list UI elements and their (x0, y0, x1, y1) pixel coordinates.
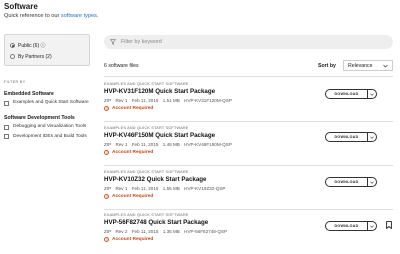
access-label: Account Required (112, 106, 154, 111)
radio-by-partners-button[interactable] (10, 54, 15, 59)
sidebar: Public (6) ⓘ By Partners (2) FILTER BY E… (4, 34, 90, 140)
chevron-down-icon (370, 225, 374, 228)
sort-value: Relevance (348, 62, 373, 69)
divider (104, 165, 393, 166)
chevron-down-icon (370, 136, 374, 139)
item-date: Feb 11, 2015 (131, 186, 159, 191)
item-access: Account Required (104, 237, 393, 242)
item-size: 1.35 MB (162, 229, 180, 234)
filter-by-label: FILTER BY (4, 80, 26, 84)
list-item: EXAMPLES AND QUICK START SOFTWARE HVP-56… (104, 213, 393, 249)
item-category: EXAMPLES AND QUICK START SOFTWARE (104, 170, 189, 174)
sort-select[interactable]: Relevance (343, 60, 393, 71)
chevron-down-icon (383, 64, 388, 67)
warning-icon (104, 106, 109, 111)
download-label: DOWNLOAD (334, 224, 359, 228)
results-count: 6 software files (104, 63, 139, 69)
item-size: 1.51 MB (162, 98, 180, 103)
checkbox[interactable] (4, 100, 9, 106)
radio-by-partners[interactable]: By Partners (2) (10, 51, 84, 62)
list-item: EXAMPLES AND QUICK START SOFTWARE HVP-KV… (104, 126, 393, 162)
software-types-link[interactable]: software types (61, 13, 97, 19)
list-item: EXAMPLES AND QUICK START SOFTWARE HVP-KV… (104, 82, 393, 118)
item-code: HVP-KV46F150M-QSP (184, 142, 232, 147)
download-label: DOWNLOAD (334, 135, 359, 139)
filter-option-examples[interactable]: Examples and Quick Start Software (4, 100, 90, 106)
item-category: EXAMPLES AND QUICK START SOFTWARE (104, 82, 189, 86)
checkbox[interactable] (4, 124, 9, 130)
subtitle-end: . (96, 13, 99, 19)
radio-public-label: Public (6) ⓘ (18, 43, 46, 49)
item-rev: Rev 1 (115, 98, 128, 103)
access-label: Account Required (112, 237, 154, 242)
download-button[interactable]: DOWNLOAD (325, 177, 377, 187)
warning-icon (104, 194, 109, 199)
filter-option-debugging[interactable]: Debugging and Visualization Tools (4, 124, 90, 130)
item-date: Feb 11, 2015 (131, 229, 159, 234)
download-dropdown[interactable] (367, 222, 376, 230)
divider (104, 209, 393, 210)
search-input[interactable]: Filter by keyword (104, 35, 393, 49)
item-code: HVP-KV31F120M-QSP (184, 98, 232, 103)
page-subtitle: Quick reference to our software types. (4, 13, 99, 19)
item-date: Feb 11, 2015 (131, 142, 159, 147)
page-title: Software (4, 2, 38, 11)
item-rev: Rev 1 (115, 142, 128, 147)
download-dropdown[interactable] (367, 90, 376, 98)
subtitle-text: Quick reference to our (4, 13, 61, 19)
warning-icon (104, 150, 109, 155)
access-label: Account Required (112, 150, 154, 155)
item-access: Account Required (104, 150, 393, 155)
filter-icon (110, 39, 116, 45)
radio-by-partners-label: By Partners (2) (18, 53, 52, 60)
item-type: ZIP (104, 229, 112, 234)
download-dropdown[interactable] (367, 133, 376, 141)
item-code: HVP-56F82748-QSP (184, 229, 228, 234)
divider (104, 76, 393, 77)
sort-label: Sort by (318, 63, 336, 69)
access-label: Account Required (112, 194, 154, 199)
download-label: DOWNLOAD (334, 92, 359, 96)
download-dropdown[interactable] (367, 178, 376, 186)
item-date: Feb 11, 2015 (131, 98, 159, 103)
item-size: 1.55 MB (162, 186, 180, 191)
divider (104, 121, 393, 122)
chevron-down-icon (370, 93, 374, 96)
item-rev: Rev 1 (115, 186, 128, 191)
item-meta: ZIP Rev 1 Feb 11, 2015 1.48 MB HVP-KV46F… (104, 142, 393, 147)
download-button[interactable]: DOWNLOAD (325, 221, 377, 231)
filter-group-heading: Software Development Tools (4, 115, 75, 122)
item-rev: Rev 2 (115, 229, 128, 234)
bookmark-icon[interactable] (386, 221, 392, 229)
filter-option-label: Development IDEs and Build Tools (13, 133, 87, 139)
item-category: EXAMPLES AND QUICK START SOFTWARE (104, 126, 189, 130)
item-access: Account Required (104, 106, 393, 111)
item-category: EXAMPLES AND QUICK START SOFTWARE (104, 213, 189, 217)
radio-public[interactable]: Public (6) ⓘ (10, 40, 84, 51)
filter-option-ides[interactable]: Development IDEs and Build Tools (4, 134, 90, 140)
checkbox[interactable] (4, 134, 9, 140)
filter-option-label: Examples and Quick Start Software (13, 100, 89, 105)
warning-icon (104, 237, 109, 242)
download-button[interactable]: DOWNLOAD (325, 89, 377, 99)
chevron-down-icon (370, 181, 374, 184)
item-type: ZIP (104, 186, 112, 191)
filter-group-heading: Embedded Software (4, 91, 54, 97)
search-placeholder: Filter by keyword (121, 39, 162, 45)
item-type: ZIP (104, 98, 112, 103)
download-label: DOWNLOAD (334, 180, 359, 184)
item-size: 1.48 MB (162, 142, 180, 147)
visibility-filter: Public (6) ⓘ By Partners (2) (4, 34, 90, 66)
item-type: ZIP (104, 142, 112, 147)
item-access: Account Required (104, 194, 393, 199)
item-code: HVP-KV10Z32-QSP (184, 186, 226, 191)
radio-public-button[interactable] (10, 43, 15, 48)
list-item: EXAMPLES AND QUICK START SOFTWARE HVP-KV… (104, 170, 393, 206)
download-button[interactable]: DOWNLOAD (325, 132, 377, 142)
filter-option-label: Debugging and Visualization Tools (13, 124, 87, 130)
